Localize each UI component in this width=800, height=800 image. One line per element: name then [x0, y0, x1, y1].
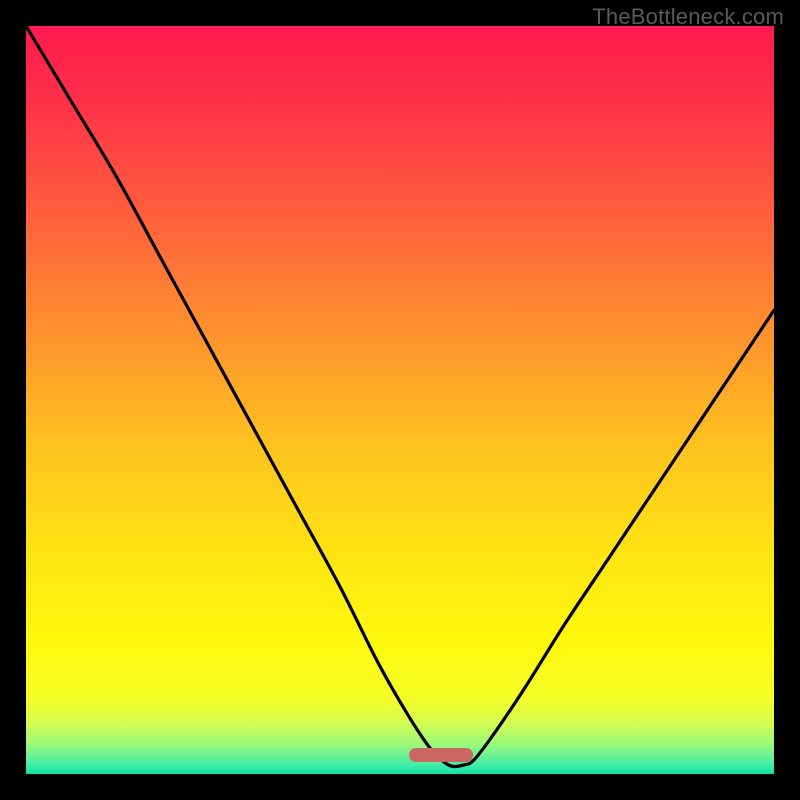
bottleneck-curve	[26, 26, 774, 774]
watermark-text: TheBottleneck.com	[592, 4, 784, 30]
plot-area	[26, 26, 774, 774]
chart-frame: TheBottleneck.com	[0, 0, 800, 800]
optimal-marker	[409, 748, 473, 762]
